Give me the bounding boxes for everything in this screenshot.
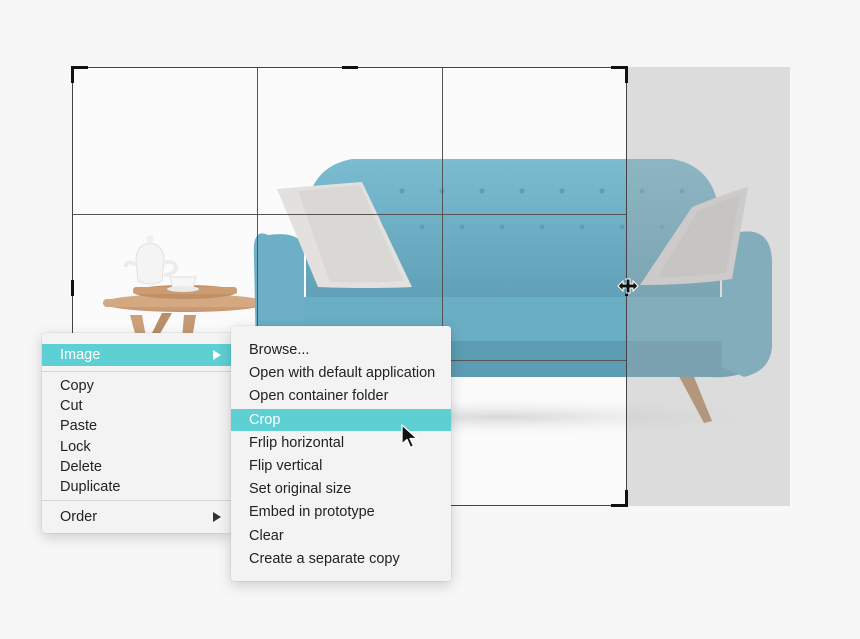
menu-item-label: Image [60,347,101,363]
crop-handle-top[interactable] [342,66,358,69]
menu-item-label: Copy [60,378,94,394]
menu-item-label: Duplicate [60,479,121,495]
menu-item-label: Embed in prototype [249,504,375,520]
mouse-pointer-icon [401,424,418,449]
resize-horizontal-icon [617,278,639,294]
menu-item-label: Crop [249,412,281,428]
menu-item-label: Flip vertical [249,458,323,474]
cropped-out-area [627,67,790,506]
menu-item-label: Set original size [249,481,352,497]
menu-item-label: Clear [249,528,284,544]
menu-separator [42,500,232,501]
submenu-arrow-icon [213,512,221,522]
menu-item-delete[interactable]: Delete [42,456,232,478]
menu-item-label: Paste [60,418,98,434]
menu-item-label: Cut [60,398,83,414]
menu-item-embed-in-prototype[interactable]: Embed in prototype [231,501,451,523]
menu-item-label: Browse... [249,342,310,358]
menu-item-label: Lock [60,439,91,455]
menu-item-label: Delete [60,459,102,475]
menu-item-lock[interactable]: Lock [42,436,232,458]
menu-item-open-default-app[interactable]: Open with default application [231,362,451,384]
crop-handle-top-right[interactable] [611,66,628,83]
menu-item-open-container-folder[interactable]: Open container folder [231,385,451,407]
menu-item-clear[interactable]: Clear [231,525,451,547]
menu-item-image[interactable]: Image [42,344,232,366]
menu-item-label: Open container folder [249,388,389,404]
crop-handle-left[interactable] [71,280,74,296]
menu-item-flip-vertical[interactable]: Flip vertical [231,455,451,477]
menu-item-browse[interactable]: Browse... [231,339,451,361]
context-menu: Image Copy Cut Paste Lock Delete Duplica… [42,333,232,533]
image-submenu: Browse... Open with default application … [231,326,451,581]
menu-item-label: Frlip horizontal [249,435,345,451]
crop-handle-top-left[interactable] [71,66,88,83]
menu-item-label: Create a separate copy [249,551,400,567]
menu-item-label: Order [60,509,98,525]
menu-item-copy[interactable]: Copy [42,375,232,397]
crop-grid-line [73,214,626,215]
menu-item-create-separate-copy[interactable]: Create a separate copy [231,548,451,570]
menu-item-label: Open with default application [249,365,436,381]
menu-item-set-original-size[interactable]: Set original size [231,478,451,500]
submenu-arrow-icon [213,350,221,360]
menu-item-duplicate[interactable]: Duplicate [42,476,232,498]
menu-separator [42,371,232,372]
menu-item-order[interactable]: Order [42,506,232,528]
menu-item-paste[interactable]: Paste [42,415,232,437]
menu-item-cut[interactable]: Cut [42,395,232,417]
crop-handle-bottom-right[interactable] [611,490,628,507]
